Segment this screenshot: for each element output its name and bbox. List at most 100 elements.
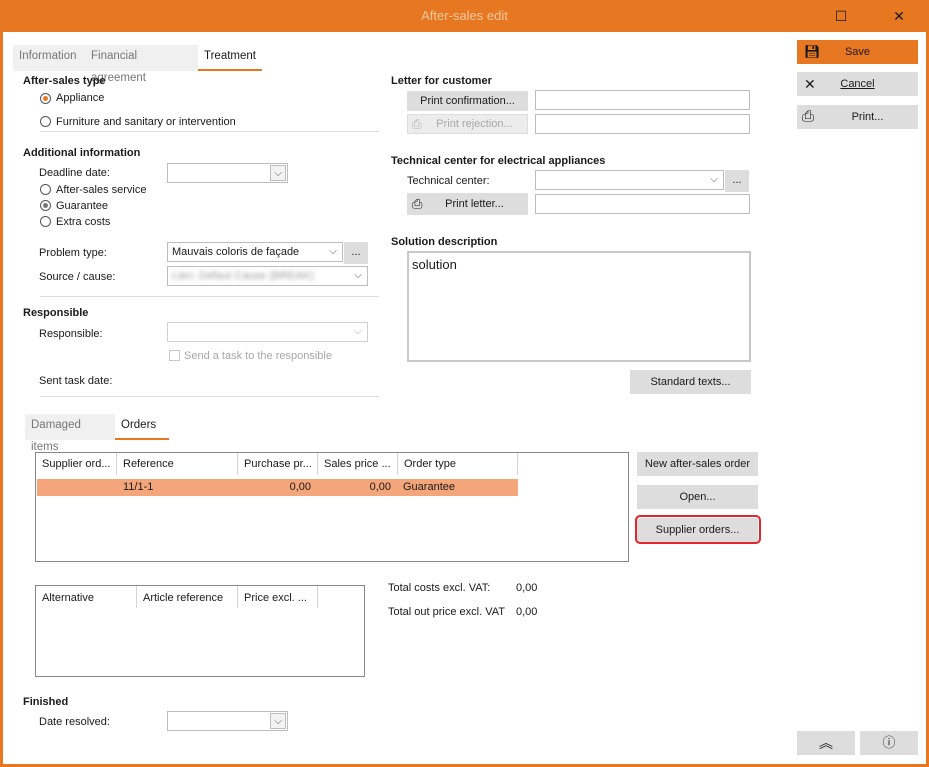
send-task-label: Send a task to the responsible (184, 350, 332, 362)
responsible-select[interactable]: ⌵ (167, 322, 368, 342)
problem-type-browse-button[interactable]: ... (344, 242, 368, 264)
source-cause-value: Lien: Défaut Cause (BREAK) (172, 270, 314, 282)
help-button[interactable]: ⓘ (860, 731, 918, 755)
tab-treatment[interactable]: Treatment (198, 45, 262, 71)
letter-field[interactable] (535, 194, 750, 214)
scroll-top-button[interactable]: ︽ (797, 731, 855, 755)
radio-appliance-label: Appliance (56, 92, 105, 104)
print-letter-label: Print letter... (445, 198, 504, 210)
divider (40, 396, 379, 397)
cell-order-type: Guarantee (403, 481, 455, 493)
radio-appliance[interactable] (40, 93, 51, 104)
save-button[interactable]: 💾︎ Save (797, 40, 918, 64)
confirmation-field[interactable] (535, 90, 750, 110)
solution-description-heading: Solution description (391, 236, 498, 248)
orders-header-supplier-order[interactable]: Supplier ord... (36, 453, 117, 475)
cell-sales-price: 0,00 (369, 481, 391, 493)
open-button[interactable]: Open... (637, 485, 758, 509)
technical-center-browse-button[interactable]: ... (725, 170, 749, 192)
total-out-price-label: Total out price excl. VAT (388, 606, 505, 618)
problem-type-label: Problem type: (39, 247, 107, 259)
rejection-field[interactable] (535, 114, 750, 134)
date-resolved-label: Date resolved: (39, 716, 110, 728)
orders-grid: Supplier ord... Reference Purchase pr...… (35, 452, 629, 562)
maximize-icon[interactable]: ☐ (831, 6, 851, 26)
solution-description-textarea[interactable]: solution (407, 251, 751, 362)
total-costs-label: Total costs excl. VAT: (388, 582, 491, 594)
tab-damaged-items[interactable]: Damaged items (25, 414, 115, 453)
alternatives-header-article-reference[interactable]: Article reference (137, 586, 238, 608)
chevron-down-icon[interactable]: ⌵ (325, 244, 341, 260)
chevron-down-icon[interactable]: ⌵ (350, 268, 366, 284)
chevron-down-icon[interactable]: ⌵ (270, 713, 286, 729)
tab-orders[interactable]: Orders (115, 414, 169, 440)
send-task-checkbox[interactable] (169, 350, 180, 361)
alternatives-header-price[interactable]: Price excl. ... (238, 586, 318, 608)
print-label: Print... (851, 111, 884, 123)
additional-information-heading: Additional information (23, 147, 141, 159)
orders-header-reference[interactable]: Reference (117, 453, 238, 475)
double-chevron-up-icon: ︽ (819, 735, 833, 751)
orders-header-purchase-price[interactable]: Purchase pr... (238, 453, 318, 475)
orders-header-sales-price[interactable]: Sales price ... (318, 453, 398, 475)
printer-icon: ⎙ (412, 196, 423, 211)
date-resolved-picker[interactable]: ⌵ (167, 711, 288, 731)
print-rejection-button[interactable]: Print rejection... (407, 114, 528, 134)
chevron-down-icon[interactable]: ⌵ (350, 324, 366, 340)
alternatives-grid: Alternative Article reference Price excl… (35, 585, 365, 677)
help-icon: ⓘ (882, 735, 896, 750)
source-cause-select[interactable]: Lien: Défaut Cause (BREAK) ⌵ (167, 266, 368, 286)
tab-financial-agreement[interactable]: Financial agreement (85, 45, 199, 84)
print-rejection-label: Print rejection... (436, 118, 513, 130)
total-costs-value: 0,00 (516, 582, 538, 594)
letter-for-customer-heading: Letter for customer (391, 75, 492, 87)
radio-after-sales-service-label: After-sales service (56, 184, 147, 196)
dialog-body: Information Financial agreement Treatmen… (3, 32, 926, 764)
source-cause-label: Source / cause: (39, 271, 116, 283)
table-row[interactable]: 11/1-1 0,00 0,00 Guarantee (37, 479, 518, 496)
window-title: After-sales edit (421, 8, 508, 23)
cancel-label: Cancel (840, 78, 875, 90)
radio-guarantee[interactable] (40, 200, 51, 211)
print-confirmation-button[interactable]: Print confirmation... (407, 91, 528, 111)
technical-center-label: Technical center: (407, 175, 490, 187)
orders-header-order-type[interactable]: Order type (398, 453, 518, 475)
divider (40, 296, 379, 297)
new-after-sales-order-button[interactable]: New after-sales order (637, 452, 758, 476)
cell-reference: 11/1-1 (123, 481, 154, 493)
highlight-callout (635, 515, 761, 544)
print-letter-button[interactable]: Print letter... (407, 193, 528, 215)
save-label: Save (844, 46, 871, 58)
technical-center-select[interactable]: ⌵ (535, 170, 724, 190)
chevron-down-icon[interactable]: ⌵ (706, 172, 722, 188)
divider (40, 131, 379, 132)
radio-extra-costs[interactable] (40, 216, 51, 227)
solution-text: solution (412, 257, 457, 272)
printer-icon: ⎙ (412, 117, 422, 131)
deadline-date-picker[interactable]: ⌵ (167, 163, 288, 183)
radio-guarantee-label: Guarantee (56, 200, 108, 212)
technical-center-heading: Technical center for electrical applianc… (391, 155, 606, 167)
chevron-down-icon[interactable]: ⌵ (270, 165, 286, 181)
radio-furniture[interactable] (40, 116, 51, 127)
application-window: After-sales edit ☐ ✕ Information Financi… (0, 0, 929, 767)
alternatives-header-alternative[interactable]: Alternative (36, 586, 137, 608)
radio-extra-costs-label: Extra costs (56, 216, 111, 228)
title-bar: After-sales edit ☐ ✕ (0, 0, 929, 32)
radio-after-sales-service[interactable] (40, 184, 51, 195)
close-icon[interactable]: ✕ (889, 6, 909, 26)
tab-information[interactable]: Information (13, 45, 85, 71)
deadline-date-label: Deadline date: (39, 167, 110, 179)
sent-task-date-label: Sent task date: (39, 375, 113, 387)
problem-type-value: Mauvais coloris de façade (172, 246, 300, 258)
cell-purchase-price: 0,00 (289, 481, 311, 493)
standard-texts-button[interactable]: Standard texts... (630, 370, 751, 394)
radio-furniture-label: Furniture and sanitary or intervention (56, 116, 236, 128)
cancel-button[interactable]: ✕ Cancel (797, 72, 918, 96)
problem-type-select[interactable]: Mauvais coloris de façade ⌵ (167, 242, 343, 262)
finished-heading: Finished (23, 696, 69, 708)
print-button[interactable]: ⎙ Print... (797, 105, 918, 129)
total-out-price-value: 0,00 (516, 606, 538, 618)
responsible-heading: Responsible (23, 307, 89, 319)
responsible-label: Responsible: (39, 328, 103, 340)
